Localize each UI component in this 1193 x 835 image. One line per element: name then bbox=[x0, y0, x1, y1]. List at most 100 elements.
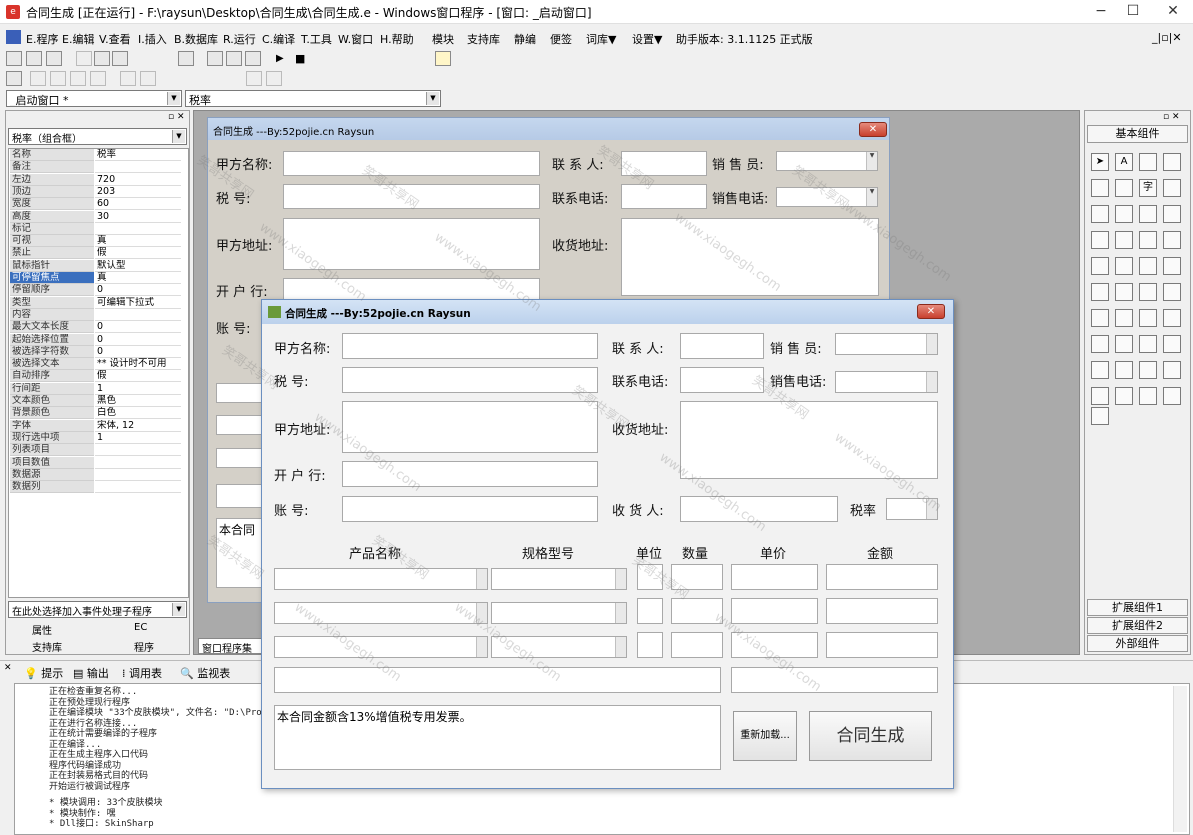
menu-run[interactable]: R.运行 bbox=[223, 31, 256, 47]
chart-icon[interactable] bbox=[1139, 387, 1157, 405]
table-cell[interactable] bbox=[216, 448, 266, 468]
frame-icon[interactable] bbox=[1115, 179, 1133, 197]
printer-icon[interactable] bbox=[1115, 335, 1133, 353]
generate-contract-button[interactable]: 合同生成 bbox=[809, 711, 932, 761]
property-value[interactable]: 默认型 bbox=[95, 259, 181, 272]
checkbox-tool-icon[interactable] bbox=[1091, 205, 1109, 223]
qty-field[interactable] bbox=[671, 632, 723, 658]
tab-watch[interactable]: 🔍 监视表 bbox=[180, 665, 230, 681]
element-selector[interactable]: 税率 ▼ bbox=[185, 90, 441, 107]
component-selector[interactable]: 税率（组合框） ▼ bbox=[8, 128, 187, 145]
scrollbar-h-icon[interactable] bbox=[1115, 231, 1133, 249]
scrollbar-v-icon[interactable] bbox=[1139, 231, 1157, 249]
property-value[interactable] bbox=[95, 308, 181, 321]
split-icon[interactable] bbox=[1139, 309, 1157, 327]
progress-icon[interactable] bbox=[1163, 231, 1181, 249]
open-file-icon[interactable] bbox=[26, 51, 42, 66]
sales-combo[interactable]: ▼ bbox=[776, 151, 878, 171]
note-area[interactable]: 本合同 bbox=[216, 518, 266, 588]
align-right-icon[interactable] bbox=[50, 71, 66, 86]
spec-combo[interactable] bbox=[491, 568, 627, 590]
property-row[interactable]: 类型 可编辑下拉式 bbox=[9, 296, 181, 309]
property-value[interactable]: 真 bbox=[95, 272, 181, 284]
contact-field[interactable] bbox=[621, 151, 707, 176]
property-row[interactable]: 备注 bbox=[9, 161, 181, 174]
price-field[interactable] bbox=[731, 598, 818, 624]
ship-address-field[interactable] bbox=[621, 218, 879, 296]
filter-icon[interactable] bbox=[1115, 361, 1133, 379]
amount-field[interactable] bbox=[826, 632, 938, 658]
property-row[interactable]: 可视真 bbox=[9, 235, 181, 248]
property-row[interactable]: 鼠标指针 默认型 bbox=[9, 259, 181, 272]
network2-icon[interactable] bbox=[1163, 335, 1181, 353]
tab-program[interactable]: 程序 bbox=[134, 639, 154, 654]
same-height-icon[interactable] bbox=[140, 71, 156, 86]
account-field[interactable] bbox=[342, 496, 598, 522]
property-row[interactable]: 停留顺序 0 bbox=[9, 284, 181, 297]
note-area[interactable]: 本合同金额含13%增值税专用发票。 bbox=[274, 705, 721, 770]
company-field[interactable] bbox=[283, 151, 540, 176]
shape-icon[interactable] bbox=[1163, 153, 1181, 171]
property-value[interactable]: 0 bbox=[95, 321, 181, 334]
db2-icon[interactable] bbox=[1115, 387, 1133, 405]
property-row[interactable]: 内容 bbox=[9, 308, 181, 321]
tab-support-lib[interactable]: 支持库 bbox=[32, 639, 62, 654]
property-row[interactable]: 现行选中项 1 bbox=[9, 431, 181, 444]
line-icon[interactable] bbox=[1163, 179, 1181, 197]
slider-icon[interactable] bbox=[1091, 257, 1109, 275]
close-icon[interactable]: ✕ bbox=[917, 304, 945, 319]
spinner-icon[interactable] bbox=[1139, 257, 1157, 275]
bank-field[interactable] bbox=[342, 461, 598, 487]
property-value[interactable] bbox=[95, 222, 181, 235]
menu-window[interactable]: W.窗口 bbox=[338, 31, 373, 47]
property-value[interactable]: 0 bbox=[95, 333, 181, 346]
address-field[interactable] bbox=[342, 401, 598, 453]
property-value[interactable]: 203 bbox=[95, 185, 181, 198]
close-icon[interactable]: ✕ bbox=[4, 663, 12, 673]
tax-rate-combo[interactable] bbox=[886, 498, 938, 520]
contact-field[interactable] bbox=[680, 333, 764, 359]
amount-field[interactable] bbox=[826, 598, 938, 624]
table-cell[interactable] bbox=[216, 484, 266, 508]
menu-insert[interactable]: I.插入 bbox=[138, 31, 167, 47]
ship-address-field[interactable] bbox=[680, 401, 938, 479]
copy-icon[interactable] bbox=[94, 51, 110, 66]
user-icon[interactable] bbox=[1115, 309, 1133, 327]
property-row[interactable]: 文本颜色 黑色 bbox=[9, 395, 181, 407]
property-value[interactable]: 60 bbox=[95, 198, 181, 211]
product-combo[interactable] bbox=[274, 636, 488, 658]
address-field[interactable] bbox=[283, 218, 540, 270]
property-value[interactable] bbox=[95, 444, 181, 457]
property-value[interactable]: 0 bbox=[95, 345, 181, 358]
reload-button[interactable]: 重新加载... bbox=[733, 711, 797, 761]
unit-field[interactable] bbox=[637, 564, 663, 590]
property-value[interactable] bbox=[95, 468, 181, 481]
tab-call-stack[interactable]: ⁞ 调用表 bbox=[122, 665, 162, 681]
property-value[interactable]: 假 bbox=[95, 370, 181, 383]
property-row[interactable]: 标记 bbox=[9, 222, 181, 235]
property-row[interactable]: 名称 税率 bbox=[9, 149, 181, 161]
ext-components-2[interactable]: 扩展组件2 bbox=[1087, 617, 1188, 634]
align-left-icon[interactable] bbox=[30, 71, 46, 86]
pointer-icon[interactable]: ➤ bbox=[1091, 153, 1109, 171]
sales-phone-combo[interactable] bbox=[835, 371, 938, 393]
property-row[interactable]: 项目数值 bbox=[9, 456, 181, 469]
window-icon[interactable] bbox=[1139, 361, 1157, 379]
property-value[interactable]: 真 bbox=[95, 235, 181, 248]
data-icon[interactable] bbox=[1163, 309, 1181, 327]
property-value[interactable] bbox=[95, 161, 181, 174]
unit-field[interactable] bbox=[637, 598, 663, 624]
property-row[interactable]: 背景颜色 白色 bbox=[9, 407, 181, 420]
paste-icon[interactable] bbox=[112, 51, 128, 66]
scrollbar[interactable] bbox=[1173, 686, 1187, 832]
property-value[interactable]: 30 bbox=[95, 210, 181, 223]
layout-icon[interactable] bbox=[1163, 361, 1181, 379]
tax-field[interactable] bbox=[283, 184, 540, 209]
property-row[interactable]: 数据源 bbox=[9, 468, 181, 481]
save-icon[interactable] bbox=[46, 51, 62, 66]
property-value[interactable]: ** 设计时不可用 bbox=[95, 358, 181, 371]
menu-static-compile[interactable]: 静编 bbox=[514, 31, 536, 47]
picture-icon[interactable] bbox=[1139, 153, 1157, 171]
qty-field[interactable] bbox=[671, 564, 723, 590]
odbc-icon[interactable] bbox=[1163, 387, 1181, 405]
